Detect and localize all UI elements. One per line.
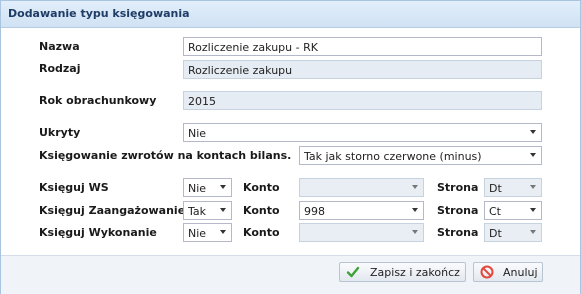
cancel-icon — [480, 265, 494, 279]
dialog: Dodawanie typu księgowania Nazwa Rozlicz… — [0, 0, 581, 294]
chevron-down-icon — [530, 185, 536, 189]
ws-flag-value: Nie — [188, 182, 207, 195]
wyk-flag-select[interactable]: Nie — [183, 223, 232, 242]
ws-strona-label: Strona — [437, 181, 479, 194]
dialog-titlebar[interactable]: Dodawanie typu księgowania — [1, 1, 580, 28]
wyk-strona-value: Dt — [489, 227, 502, 240]
chevron-down-icon — [412, 208, 418, 212]
save-and-finish-button[interactable]: Zapisz i zakończ — [339, 262, 466, 282]
zaang-konto-value: 998 — [304, 205, 325, 218]
save-button-label: Zapisz i zakończ — [370, 266, 460, 279]
ksiegowanie-select[interactable]: Tak jak storno czerwone (minus) — [299, 146, 542, 165]
chevron-down-icon — [412, 230, 418, 234]
nazwa-label: Nazwa — [39, 40, 80, 53]
zaang-strona-label: Strona — [437, 204, 479, 217]
ukryty-label: Ukryty — [39, 126, 81, 139]
wyk-konto-label: Konto — [243, 226, 280, 239]
dialog-title: Dodawanie typu księgowania — [8, 7, 190, 20]
ws-label: Księguj WS — [39, 181, 109, 194]
zaang-flag-select[interactable]: Tak — [183, 201, 232, 220]
wyk-strona-select[interactable]: Dt — [484, 223, 542, 242]
ws-konto-label: Konto — [243, 181, 280, 194]
zaang-strona-select[interactable]: Ct — [484, 201, 542, 220]
zaang-flag-value: Tak — [188, 205, 207, 218]
wyk-flag-value: Nie — [188, 227, 207, 240]
rodzaj-label: Rodzaj — [39, 62, 81, 75]
chevron-down-icon — [412, 185, 418, 189]
zaang-konto-label: Konto — [243, 204, 280, 217]
ukryty-value: Nie — [188, 127, 207, 140]
zaang-strona-value: Ct — [489, 205, 501, 218]
chevron-down-icon — [530, 208, 536, 212]
rodzaj-field: Rozliczenie zakupu — [183, 60, 542, 79]
ws-strona-value: Dt — [489, 182, 502, 195]
rok-field: 2015 — [183, 91, 542, 110]
chevron-down-icon — [220, 185, 226, 189]
zaang-konto-select[interactable]: 998 — [299, 201, 424, 220]
zaang-label: Księguj Zaangażowanie — [39, 204, 186, 217]
chevron-down-icon — [530, 230, 536, 234]
cancel-button-label: Anuluj — [503, 266, 538, 279]
ws-flag-select[interactable]: Nie — [183, 178, 232, 197]
ksiegowanie-value: Tak jak storno czerwone (minus) — [304, 150, 482, 163]
ksiegowanie-label: Księgowanie zwrotów na kontach bilans. — [39, 149, 292, 162]
chevron-down-icon — [220, 208, 226, 212]
nazwa-input[interactable]: Rozliczenie zakupu - RK — [183, 37, 542, 56]
ukryty-select[interactable]: Nie — [183, 123, 542, 142]
rok-label: Rok obrachunkowy — [39, 94, 157, 107]
wyk-label: Księguj Wykonanie — [39, 226, 157, 239]
chevron-down-icon — [530, 153, 536, 157]
wyk-strona-label: Strona — [437, 226, 479, 239]
ws-strona-select[interactable]: Dt — [484, 178, 542, 197]
ws-konto-select[interactable] — [299, 178, 424, 197]
checkmark-icon — [346, 266, 360, 278]
cancel-button[interactable]: Anuluj — [473, 262, 543, 282]
chevron-down-icon — [530, 130, 536, 134]
wyk-konto-select[interactable] — [299, 223, 424, 242]
chevron-down-icon — [220, 230, 226, 234]
dialog-footer: Zapisz i zakończ Anuluj — [1, 255, 580, 294]
